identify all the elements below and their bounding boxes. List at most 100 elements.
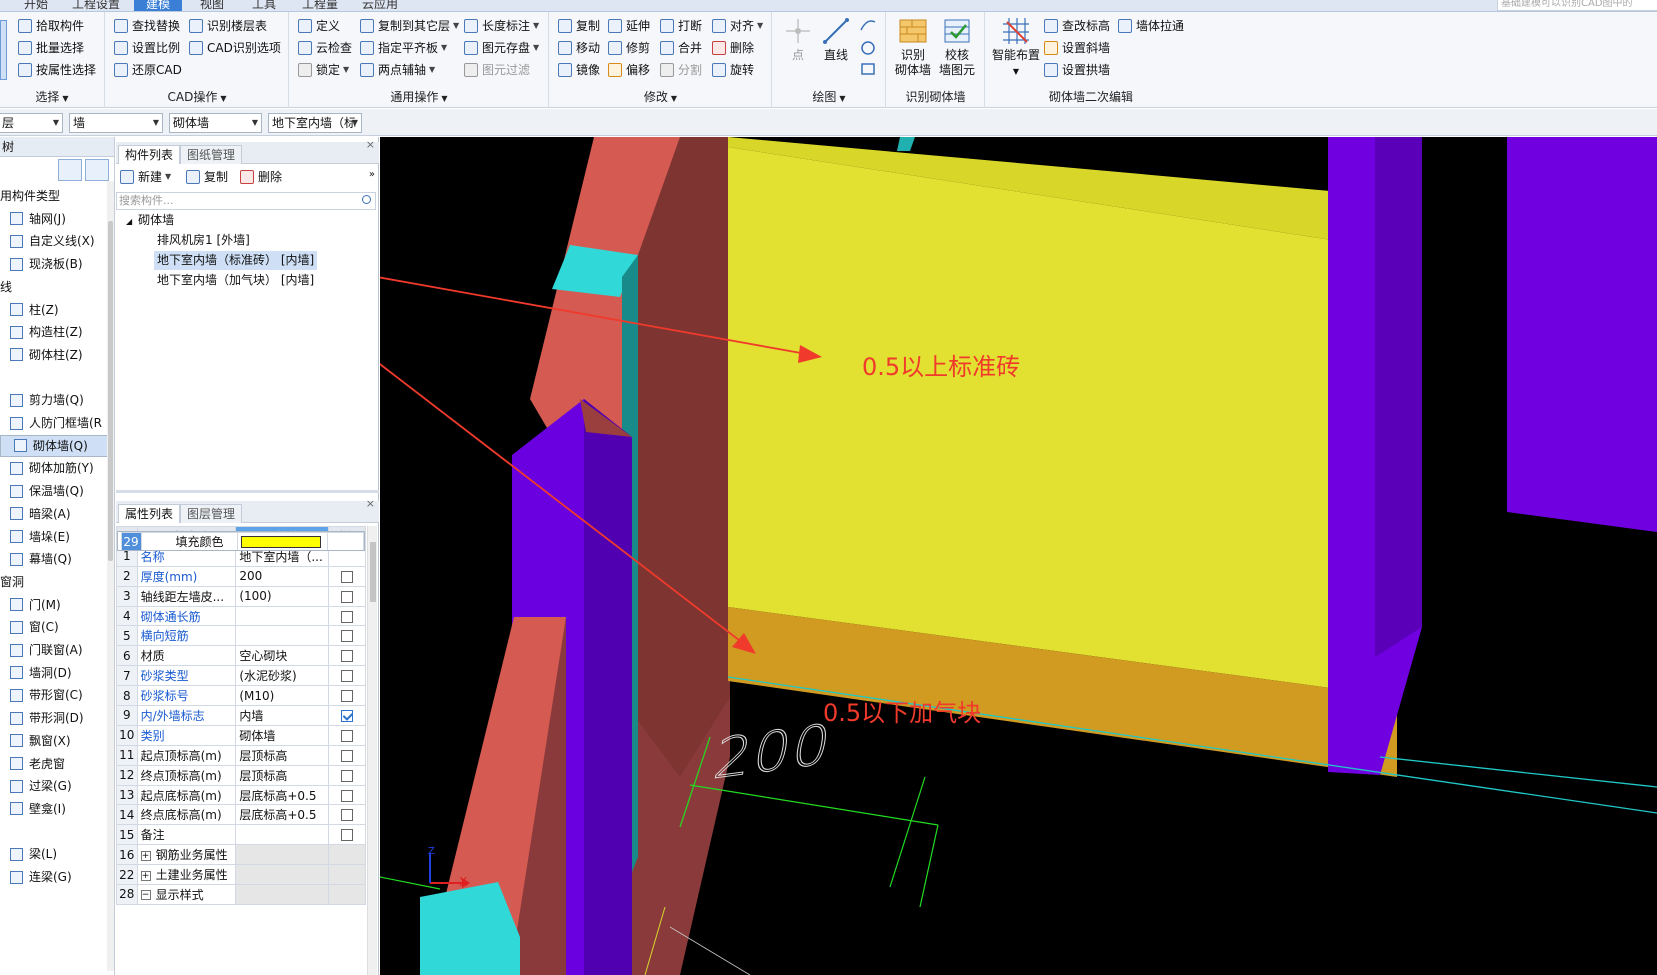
property-value[interactable] <box>235 625 329 647</box>
group-label-common[interactable]: 通用操作 ▼ <box>290 88 548 105</box>
collapse-icon[interactable]: ◢ <box>126 217 132 226</box>
property-row[interactable]: 10 类别 砌体墙 <box>116 724 367 746</box>
nav-item[interactable]: 砌体柱(Z) <box>0 344 108 366</box>
nav-scroll-thumb[interactable] <box>108 221 113 561</box>
attach-checkbox[interactable] <box>340 809 353 822</box>
nav-item[interactable]: 连梁(G) <box>0 866 108 888</box>
nav-item[interactable]: 暗梁(A) <box>0 503 108 525</box>
nav-scrollbar[interactable] <box>107 181 114 971</box>
property-scroll-thumb[interactable] <box>370 542 376 602</box>
property-value[interactable] <box>235 605 329 627</box>
fill-color-swatch[interactable] <box>240 536 321 549</box>
group-label-draw[interactable]: 绘图 ▼ <box>773 88 885 105</box>
nav-item[interactable]: 带形窗(C) <box>0 684 108 706</box>
save-elements-button[interactable]: 图元存盘 ▼ <box>464 38 539 58</box>
check-wall-elements-button[interactable]: 校核 墙图元 <box>939 16 975 78</box>
property-value[interactable] <box>236 531 328 550</box>
nav-item[interactable]: 老虎窗 <box>0 753 108 775</box>
mirror-button[interactable]: 镜像 <box>558 60 600 80</box>
category-select[interactable]: 墙 ▼ <box>69 113 163 133</box>
nav-item[interactable]: 墙垛(E) <box>0 526 108 548</box>
restore-cad-button[interactable]: 还原CAD <box>114 60 182 80</box>
tab-quantities[interactable]: 工程量 <box>298 0 342 11</box>
select-mode-button[interactable] <box>0 20 7 80</box>
identify-masonry-wall-button[interactable]: 识别 砌体墙 <box>895 16 931 78</box>
tab-start[interactable]: 开始 <box>20 0 52 11</box>
find-replace-button[interactable]: 查找替换 <box>114 16 180 36</box>
attach-checkbox[interactable] <box>340 590 353 603</box>
tab-cloud-apps[interactable]: 云应用 <box>358 0 402 11</box>
lock-button[interactable]: 锁定 ▼ <box>298 60 349 80</box>
pick-component-button[interactable]: 拾取构件 <box>18 16 84 36</box>
attach-checkbox[interactable] <box>340 769 353 782</box>
tab-layer-management[interactable]: 图层管理 <box>180 504 243 523</box>
attach-checkbox[interactable] <box>340 650 353 663</box>
tab-view[interactable]: 视图 <box>196 0 228 11</box>
wall-extend-button[interactable]: 墙体拉通 <box>1118 16 1184 36</box>
property-value[interactable] <box>235 884 329 905</box>
cloud-check-button[interactable]: 云检查 <box>298 38 352 58</box>
tree-root[interactable]: ◢ 砌体墙 <box>126 211 174 230</box>
define-button[interactable]: 定义 <box>298 16 340 36</box>
panel-splitter[interactable] <box>116 490 379 493</box>
extend-button[interactable]: 延伸 <box>608 16 650 36</box>
nav-category[interactable]: 用构件类型 <box>0 185 108 207</box>
nav-item[interactable]: 门联窗(A) <box>0 639 108 661</box>
group-label-modify[interactable]: 修改 ▼ <box>550 88 771 105</box>
line-button[interactable]: 直线 <box>821 16 851 63</box>
nav-item[interactable]: 门(M) <box>0 594 108 616</box>
nav-category[interactable]: 窗洞 <box>0 571 108 593</box>
component-search-input[interactable]: 搜索构件... <box>116 192 376 210</box>
nav-item[interactable]: 过梁(G) <box>0 775 108 797</box>
property-row[interactable]: 16 + 钢筋业务属性 <box>116 844 367 866</box>
property-value[interactable]: 层底标高+0.5 <box>235 804 329 826</box>
attach-checkbox[interactable] <box>340 690 353 703</box>
property-row[interactable]: 3 轴线距左墙皮... (100) <box>116 585 367 607</box>
merge-button[interactable]: 合并 <box>660 38 702 58</box>
nav-item[interactable]: 人防门框墙(R <box>0 412 108 434</box>
property-row[interactable]: 14 终点底标高(m) 层底标高+0.5 <box>116 804 367 826</box>
tab-drawing-management[interactable]: 图纸管理 <box>180 145 243 164</box>
nav-item[interactable]: 窗(C) <box>0 616 108 638</box>
nav-item[interactable]: 现浇板(B) <box>0 253 108 275</box>
new-component-button[interactable]: 新建 ▼ <box>120 167 171 187</box>
property-row[interactable]: 11 起点顶标高(m) 层顶标高 <box>116 744 367 766</box>
more-icon[interactable]: » <box>369 169 375 180</box>
property-row[interactable]: 5 横向短筋 <box>116 625 367 647</box>
tab-property-list[interactable]: 属性列表 <box>118 504 181 523</box>
copy-to-other-floor-button[interactable]: 复制到其它层 ▼ <box>360 16 459 36</box>
property-row[interactable]: 7 砂浆类型 (水泥砂浆) <box>116 665 367 687</box>
property-value[interactable]: 层顶标高 <box>235 764 329 786</box>
property-row[interactable]: 28− 显示样式 <box>116 884 367 905</box>
copy-button[interactable]: 复制 <box>558 16 600 36</box>
modify-elevation-button[interactable]: 查改标高 <box>1044 16 1110 36</box>
attach-checkbox[interactable] <box>340 789 353 802</box>
copy-component-button[interactable]: 复制 <box>186 167 228 187</box>
property-row[interactable]: 8 砂浆标号 (M10) <box>116 685 367 707</box>
property-value[interactable]: 200 <box>235 565 329 587</box>
property-value[interactable]: (水泥砂浆) <box>235 665 329 687</box>
tab-modeling[interactable]: 建模 <box>134 0 182 11</box>
property-row[interactable]: 15 备注 <box>116 824 367 846</box>
set-scale-button[interactable]: 设置比例 <box>114 38 180 58</box>
set-sloped-wall-button[interactable]: 设置斜墙 <box>1044 38 1110 58</box>
tab-component-list[interactable]: 构件列表 <box>118 145 181 164</box>
property-value[interactable]: 层底标高+0.5 <box>235 784 329 806</box>
tree-item-selected[interactable]: 地下室内墙（标准砖） [内墙] <box>154 251 318 270</box>
nav-item[interactable]: 自定义线(X) <box>0 230 108 252</box>
property-row[interactable]: 12 终点顶标高(m) 层顶标高 <box>116 764 367 786</box>
split-button[interactable]: 分割 <box>660 60 702 80</box>
cad-identify-options-button[interactable]: CAD识别选项 <box>189 38 281 58</box>
nav-item[interactable]: 砌体加筋(Y) <box>0 457 108 479</box>
property-row[interactable]: 29 填充颜色 <box>116 530 365 551</box>
type-select[interactable]: 砌体墙 ▼ <box>169 113 262 133</box>
property-value[interactable]: 内墙 <box>235 705 329 726</box>
collapse-icon[interactable]: − <box>140 890 151 901</box>
property-row[interactable]: 2 厚度(mm) 200 <box>116 565 367 587</box>
smart-layout-button[interactable]: 智能布置 ▼ <box>992 16 1040 79</box>
nav-item[interactable]: 构造柱(Z) <box>0 321 108 343</box>
nav-item[interactable]: 保温墙(Q) <box>0 480 108 502</box>
search-icon[interactable] <box>362 195 371 204</box>
group-label-select[interactable]: 选择 ▼ <box>0 88 104 105</box>
nav-item[interactable]: 壁龛(I) <box>0 798 108 820</box>
